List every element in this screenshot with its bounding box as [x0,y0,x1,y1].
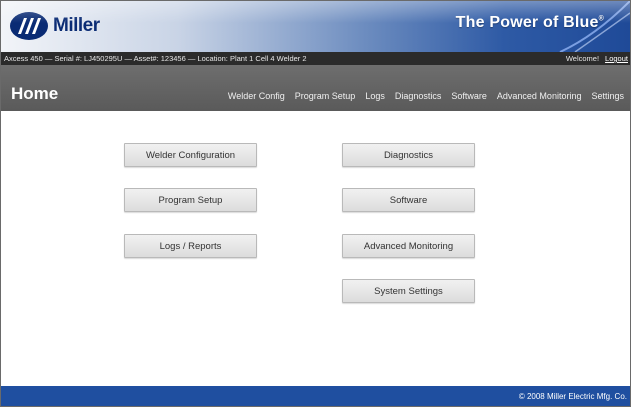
nav-advanced-monitoring[interactable]: Advanced Monitoring [497,91,582,101]
welder-configuration-button[interactable]: Welder Configuration [124,143,257,167]
nav-diagnostics[interactable]: Diagnostics [395,91,442,101]
advanced-monitoring-button[interactable]: Advanced Monitoring [342,234,475,258]
registered-mark: ® [598,15,604,23]
nav-settings[interactable]: Settings [591,91,624,101]
nav-software[interactable]: Software [451,91,487,101]
nav-welder-config[interactable]: Welder Config [228,91,285,101]
nav-logs[interactable]: Logs [365,91,385,101]
logo-text: Miller [53,15,100,36]
nav-bar: Home Welder Config Program Setup Logs Di… [1,65,630,111]
logout-link[interactable]: Logout [605,54,628,63]
miller-logo-icon [10,12,48,40]
software-button[interactable]: Software [342,188,475,212]
app-window: Miller The Power of Blue® Axcess 450 — S… [0,0,631,407]
nav-program-setup[interactable]: Program Setup [295,91,356,101]
page-title: Home [11,84,59,103]
header-banner: Miller The Power of Blue® [1,1,630,52]
welcome-text: Welcome! [565,54,600,63]
copyright-text: © 2008 Miller Electric Mfg. Co. [518,391,627,401]
device-info: Axcess 450 — Serial #: LJ450295U — Asset… [4,54,307,63]
main-nav: Welder Config Program Setup Logs Diagnos… [228,91,624,101]
system-settings-button[interactable]: System Settings [342,279,475,303]
info-bar: Axcess 450 — Serial #: LJ450295U — Asset… [1,52,630,65]
footer-bar: © 2008 Miller Electric Mfg. Co. [1,386,630,406]
program-setup-button[interactable]: Program Setup [124,188,257,212]
diagnostics-button[interactable]: Diagnostics [342,143,475,167]
miller-logo: Miller [9,11,100,41]
decorative-arc-icon [559,1,630,52]
logs-reports-button[interactable]: Logs / Reports [124,234,257,258]
